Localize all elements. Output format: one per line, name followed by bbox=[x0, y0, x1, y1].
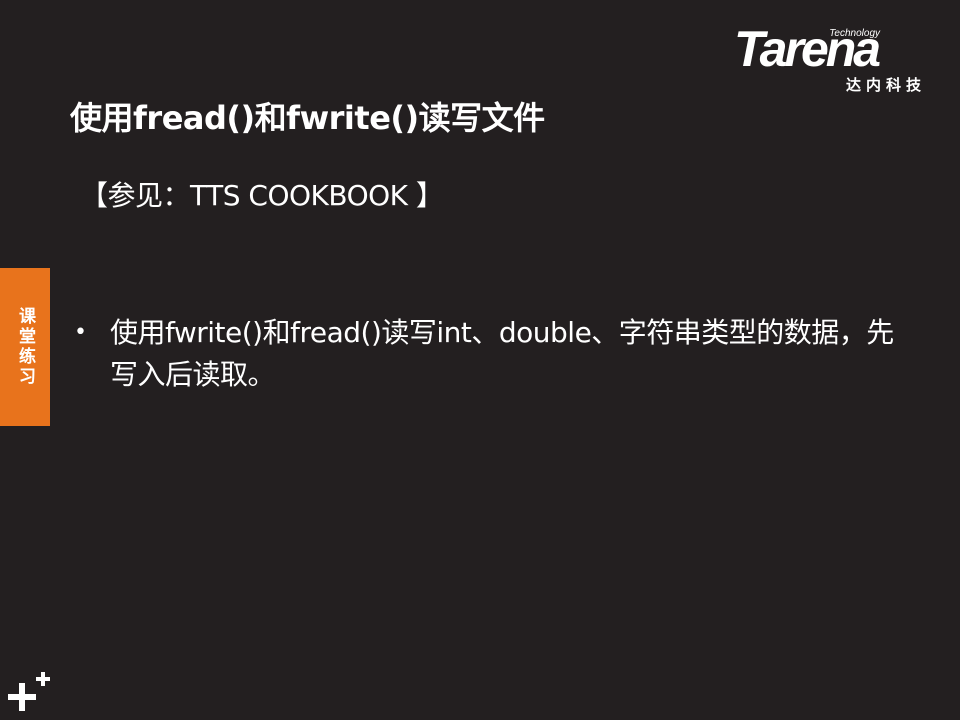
bullet-item: • 使用fwrite()和fread()读写int、double、字符串类型的数… bbox=[74, 312, 904, 396]
bullet-icon: • bbox=[74, 320, 87, 345]
tarena-logo: Tarena Technology 达内科技 bbox=[734, 24, 930, 98]
reference-note: 【参见：TTS COOKBOOK 】 bbox=[80, 179, 444, 212]
side-tab-label: 课堂练习 bbox=[15, 307, 35, 387]
bullet-text: 使用fwrite()和fread()读写int、double、字符串类型的数据，… bbox=[110, 316, 894, 391]
slide: Tarena Technology 达内科技 使用fread()和fwrite(… bbox=[0, 0, 960, 720]
bullet-list: • 使用fwrite()和fread()读写int、double、字符串类型的数… bbox=[74, 312, 904, 396]
logo-technology-text: Technology bbox=[829, 28, 880, 39]
plus-plus-icon bbox=[8, 672, 50, 711]
side-tab-classroom-exercise: 课堂练习 bbox=[0, 268, 50, 426]
slide-title: 使用fread()和fwrite()读写文件 bbox=[70, 99, 545, 137]
logo-chinese-text: 达内科技 bbox=[845, 76, 926, 94]
